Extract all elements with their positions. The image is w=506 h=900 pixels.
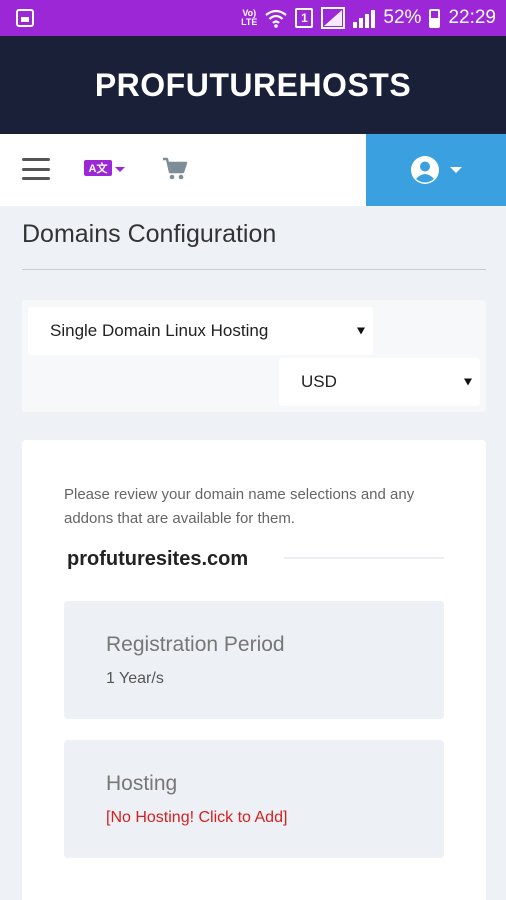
product-select[interactable]: Single Domain Linux Hosting [28, 307, 373, 355]
option-label: Hosting [106, 772, 178, 795]
add-hosting-link[interactable]: [No Hosting! Click to Add] [106, 809, 287, 827]
account-button[interactable] [366, 134, 506, 206]
translate-icon: A文 [84, 160, 112, 176]
brand-header: PROFUTUREHOSTS [0, 36, 506, 134]
battery-percent: 52% [383, 7, 422, 28]
review-instructions: Please review your domain name selection… [64, 486, 415, 527]
divider [22, 269, 486, 270]
product-select-value: Single Domain Linux Hosting [50, 321, 269, 340]
page-title: Domains Configuration [22, 220, 277, 248]
wifi-icon [265, 9, 288, 28]
registration-period-option[interactable]: Registration Period 1 Year/s [64, 601, 444, 719]
status-bar: Vo) LTE 1 52% 22:29 [0, 0, 506, 36]
account-icon [411, 156, 439, 184]
menu-icon[interactable] [22, 158, 50, 180]
domain-name: profuturesites.com [67, 548, 249, 570]
sim-icon: 1 [295, 8, 314, 28]
clock: 22:29 [448, 7, 496, 28]
signal-sim2-icon [353, 8, 376, 28]
gallery-notification-icon [16, 9, 34, 27]
currency-select[interactable]: USD [279, 358, 480, 406]
signal-sim1-icon [321, 7, 346, 29]
translate-icon-text: A文 [88, 163, 108, 175]
select-panel: Single Domain Linux Hosting USD [22, 300, 486, 412]
option-label: Registration Period [106, 633, 285, 656]
language-button[interactable]: A文 [84, 160, 125, 176]
status-bar-indicators: Vo) LTE 1 52% 22:29 [241, 0, 496, 36]
battery-icon [429, 8, 441, 28]
chevron-down-icon [450, 167, 462, 173]
hosting-option[interactable]: Hosting [No Hosting! Click to Add] [64, 740, 444, 858]
cart-icon[interactable] [162, 156, 188, 182]
brand-title[interactable]: PROFUTUREHOSTS [95, 67, 411, 104]
currency-select-value: USD [301, 372, 337, 391]
dropdown-arrow-icon [357, 327, 365, 335]
chevron-down-icon [115, 167, 125, 172]
option-value: 1 Year/s [106, 670, 164, 687]
dropdown-arrow-icon [464, 378, 472, 386]
domain-config-card: Please review your domain name selection… [22, 440, 486, 900]
volte-icon: Vo) LTE [241, 8, 258, 27]
nav-bar: A文 [0, 134, 506, 206]
divider [284, 557, 444, 559]
